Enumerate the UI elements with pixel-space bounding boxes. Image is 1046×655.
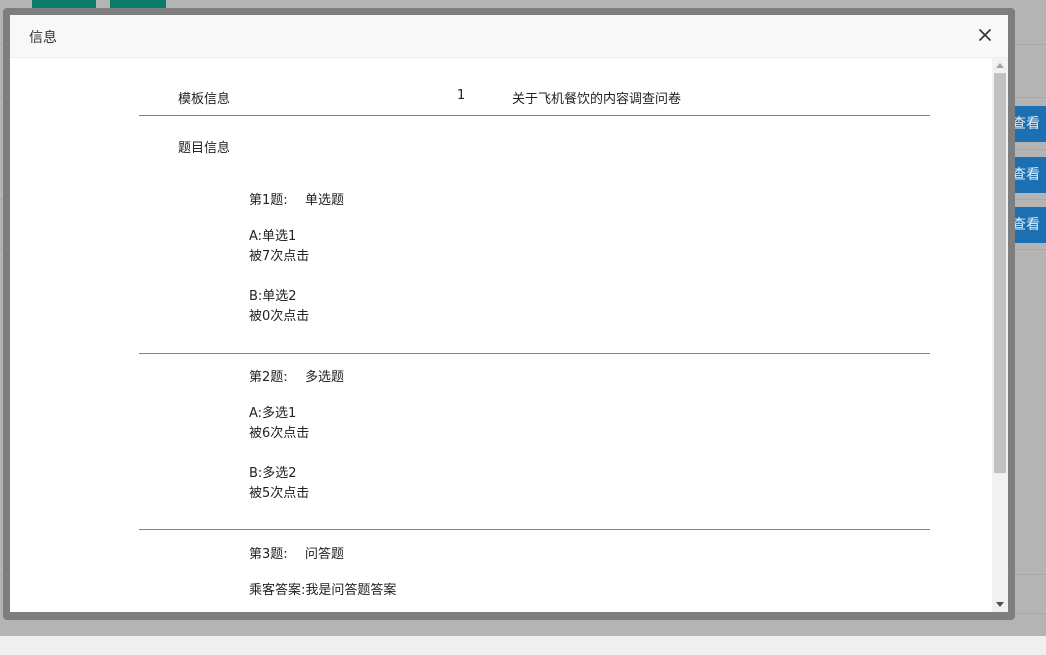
vertical-scrollbar[interactable]: [992, 58, 1008, 612]
question-type: 问答题: [305, 547, 345, 562]
option-label: A:单选1: [249, 229, 297, 244]
question-number: 第2题:: [249, 370, 288, 385]
option-label: A:多选1: [249, 406, 297, 421]
scrollbar-thumb[interactable]: [994, 73, 1006, 473]
question-number: 第3题:: [249, 547, 288, 562]
info-dialog: 信息 模板信息 1 关于飞机餐饮的内容调查问卷 题目信息 第1题: 单选题 A:…: [10, 15, 1008, 612]
template-name: 关于飞机餐饮的内容调查问卷: [512, 92, 682, 107]
question-type: 多选题: [305, 370, 345, 385]
questions-label: 题目信息: [178, 141, 231, 156]
passenger-answer: 乘客答案:我是问答题答案: [249, 583, 397, 598]
option-click-count: 被0次点击: [249, 309, 310, 324]
question-number: 第1题:: [249, 193, 288, 208]
dialog-body[interactable]: 模板信息 1 关于飞机餐饮的内容调查问卷 题目信息 第1题: 单选题 A:单选1…: [10, 58, 1008, 612]
scroll-down-arrow-icon[interactable]: [996, 602, 1004, 607]
option-click-count: 被7次点击: [249, 249, 310, 264]
page-footer-strip: [0, 636, 1046, 655]
scroll-up-arrow-icon[interactable]: [996, 63, 1004, 68]
question-type: 单选题: [305, 193, 345, 208]
question-divider: [139, 529, 930, 530]
dialog-content: 模板信息 1 关于飞机餐饮的内容调查问卷 题目信息 第1题: 单选题 A:单选1…: [10, 58, 992, 612]
template-info-label: 模板信息: [178, 92, 231, 107]
option-click-count: 被5次点击: [249, 486, 310, 501]
section-divider: [139, 115, 930, 116]
close-icon: [978, 28, 992, 42]
close-button[interactable]: [976, 26, 994, 44]
dialog-header: 信息: [10, 15, 1008, 58]
dialog-title: 信息: [29, 30, 57, 46]
question-divider: [139, 353, 930, 354]
option-label: B:单选2: [249, 289, 297, 304]
option-click-count: 被6次点击: [249, 426, 310, 441]
option-label: B:多选2: [249, 466, 297, 481]
template-id: 1: [457, 88, 466, 103]
